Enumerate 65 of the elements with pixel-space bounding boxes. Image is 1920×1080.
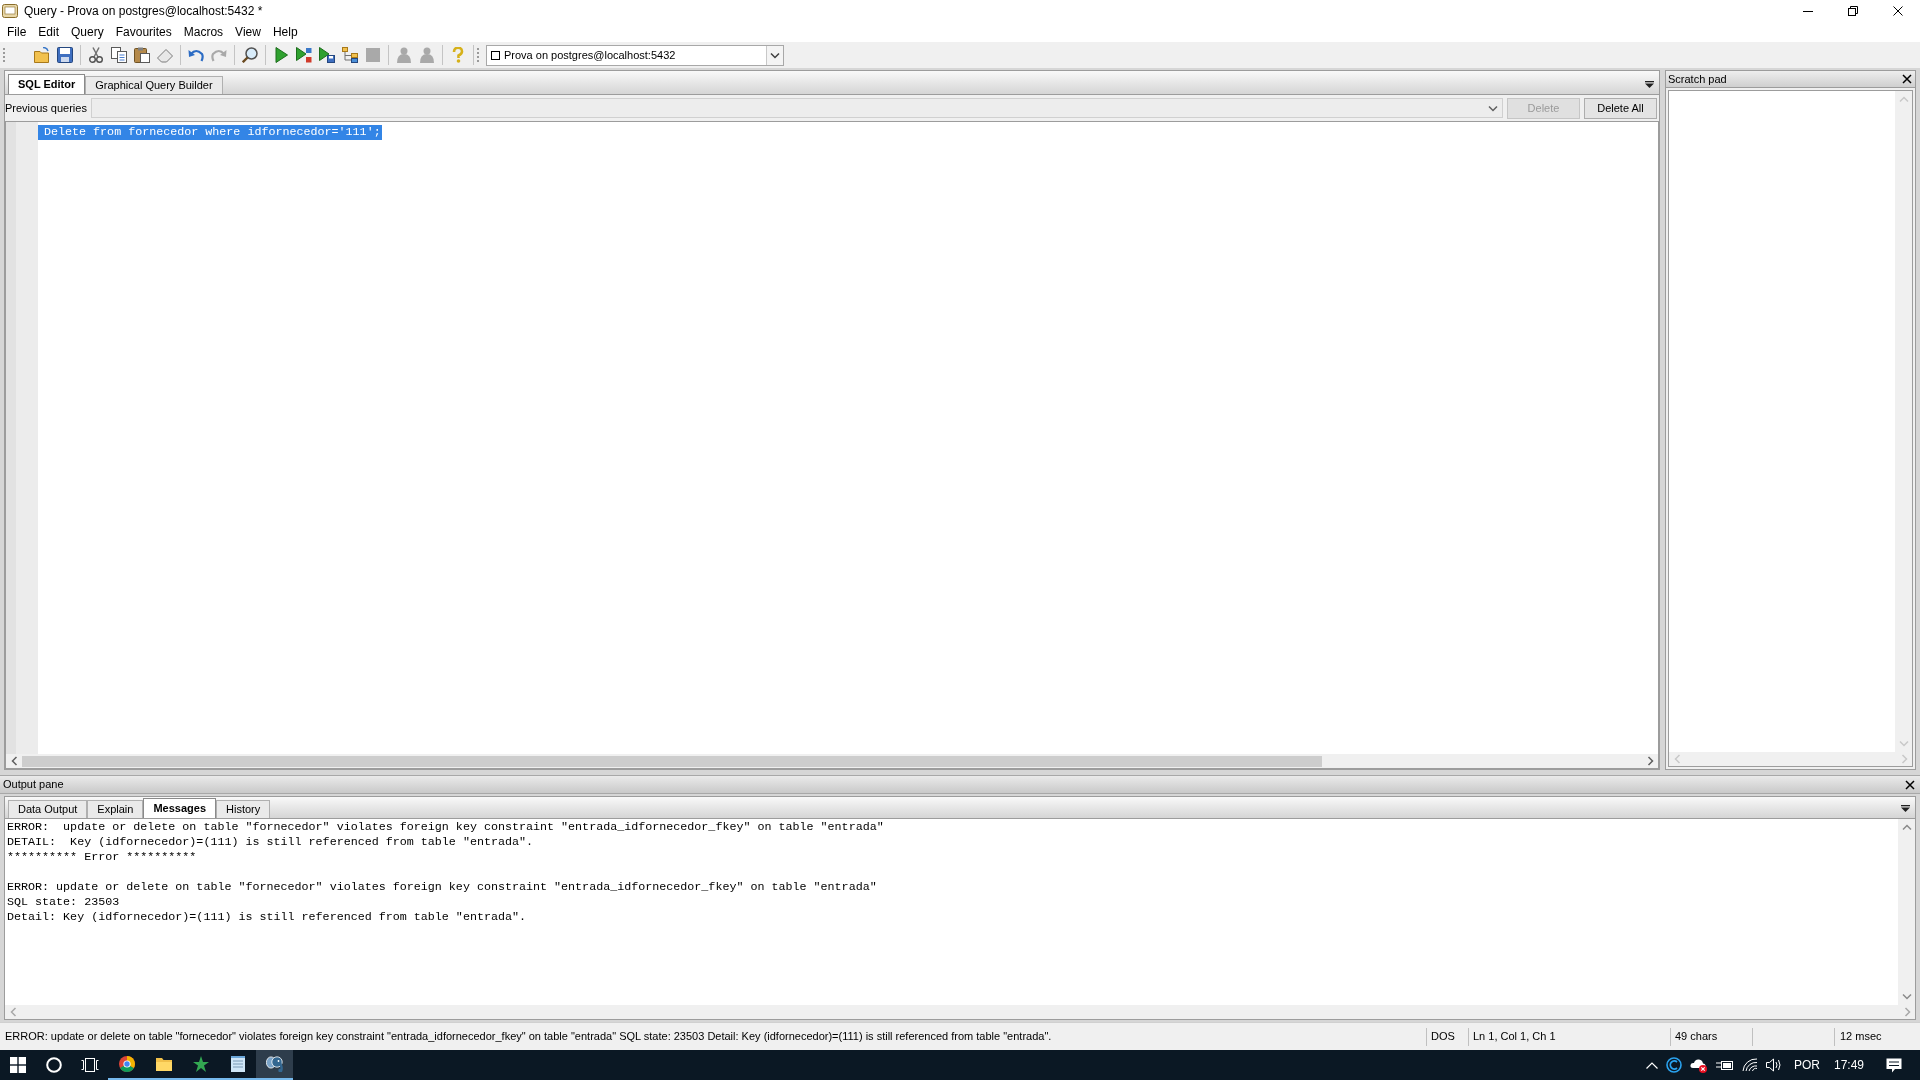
window-title: Query - Prova on postgres@localhost:5432 * (24, 3, 263, 20)
menu-item[interactable]: Help (266, 22, 304, 42)
folder-icon (155, 1057, 172, 1071)
close-icon[interactable] (1902, 74, 1912, 84)
clock[interactable]: 17:49 (1833, 1056, 1864, 1074)
message-line: ERROR: update or delete on table "fornecedor" violates foreign key constraint "entrada_idfornecedor_fkey" on table "entrada" (7, 820, 884, 835)
dropdown-arrow-icon[interactable] (1901, 805, 1910, 812)
menu-item[interactable]: Favourites (109, 22, 178, 42)
message-line: SQL state: 23503 (7, 895, 120, 910)
cursor-position: Ln 1, Col 1, Ch 1 (1473, 1029, 1556, 1045)
tab[interactable]: History (216, 800, 271, 818)
chevron-down-icon[interactable] (770, 51, 780, 59)
chevron-down-icon[interactable] (1488, 104, 1498, 112)
cloud-error-icon[interactable] (1689, 1057, 1708, 1073)
windows-logo-icon (10, 1057, 26, 1073)
message-line: Detail: Key (idfornecedor)=(111) is still referenced from table "entrada". (7, 910, 526, 925)
message-line: ERROR: update or delete on table "fornecedor" violates foreign key constraint "entrada_idfornecedor_fkey" on table "entrada" (7, 880, 877, 895)
restore-icon (1847, 6, 1858, 16)
language-indicator[interactable]: POR (1793, 1056, 1820, 1074)
menu-item[interactable]: Edit (32, 22, 66, 42)
message-line: ********** Error ********** (7, 850, 197, 865)
browser-icon (118, 1056, 135, 1072)
connection-dropdown[interactable]: Prova on postgres@localhost:5432 (486, 44, 784, 66)
elephant-icon (265, 1056, 284, 1072)
messages-panel[interactable] (4, 818, 1916, 1020)
battery-plug-icon[interactable] (1715, 1059, 1734, 1071)
close-icon[interactable] (1905, 779, 1915, 790)
circle-logo-icon[interactable] (1665, 1057, 1682, 1073)
sql-editor[interactable]: Delete from fornecedor where idfornecedor='111'; (5, 121, 1659, 769)
tab[interactable]: Data Output (8, 800, 88, 818)
chevron-right-icon[interactable] (1646, 756, 1654, 766)
dropdown-arrow-icon[interactable] (1645, 81, 1654, 88)
notification-icon[interactable] (1886, 1057, 1902, 1073)
scratch-pad-title: Scratch pad (1668, 71, 1727, 87)
char-count: 49 chars (1675, 1029, 1718, 1045)
taskbar-app-button[interactable] (256, 1050, 293, 1080)
execution-time: 12 msec (1840, 1029, 1882, 1045)
circle-icon (46, 1057, 62, 1073)
menu-item[interactable]: File (1, 22, 33, 42)
task-view-icon (81, 1058, 99, 1072)
menu-item[interactable]: View (229, 22, 267, 42)
menu-item[interactable]: Query (65, 22, 110, 42)
message-line: DETAIL: Key (idfornecedor)=(111) is still referenced from table "entrada". (7, 835, 534, 850)
horizontal-scrollbar[interactable] (6, 754, 1658, 768)
tab[interactable]: Explain (87, 800, 144, 818)
wifi-icon[interactable] (1741, 1058, 1758, 1072)
output-pane-title: Output pane (3, 777, 64, 793)
tab[interactable]: Graphical Query Builder (85, 76, 223, 94)
tab[interactable]: Messages (143, 798, 216, 818)
previous-queries-label: Previous queries (5, 100, 87, 116)
star-icon (192, 1056, 209, 1072)
line-ending-status: DOS (1431, 1029, 1455, 1045)
speaker-icon[interactable] (1765, 1058, 1782, 1072)
minimize-icon (1802, 10, 1813, 12)
swatch-icon (491, 50, 500, 60)
close-icon (1892, 6, 1903, 16)
grip-icon[interactable] (3, 46, 6, 64)
status-message: ERROR: update or delete on table "fornecedor" violates foreign key constraint "entrada_idfornecedor_fkey" on table "entrada" SQL state: 23503 Detail: Key (idfornecedor)=(111) is still referenced from table "entrada". (4, 1029, 1053, 1045)
query-history-button[interactable]: Delete All (1584, 97, 1657, 119)
tab[interactable]: SQL Editor (8, 74, 86, 94)
grip-icon[interactable] (477, 46, 480, 64)
menu-item[interactable]: Macros (177, 22, 230, 42)
chevron-left-icon[interactable] (10, 756, 18, 766)
scrollbar-thumb[interactable] (22, 755, 1322, 767)
notepad-icon (230, 1056, 245, 1072)
